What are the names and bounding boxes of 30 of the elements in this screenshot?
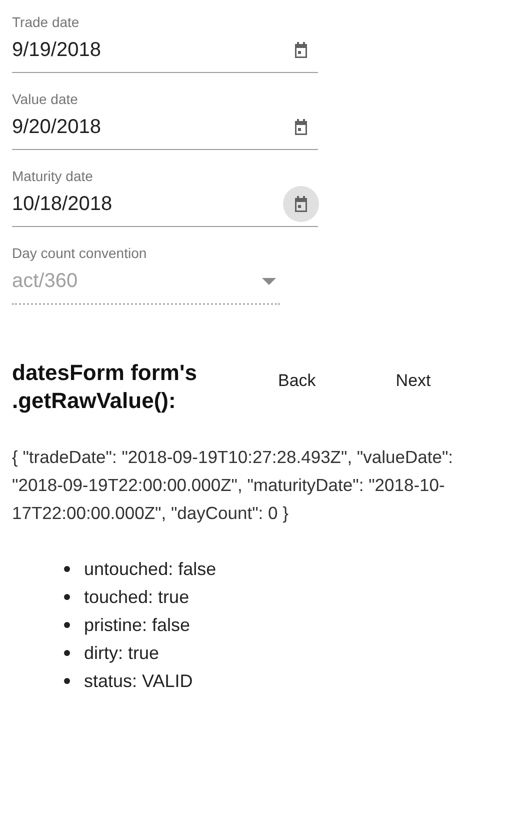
field-value: 9/20/2018 <box>12 116 101 138</box>
raw-value-text: { "tradeDate": "2018-09-19T10:27:28.493Z", "valueDate": "2018-09-19T22:00:00.000Z", "maturityDate": "2018-10-17T22:00:00.000Z", "dayCount": 0 } <box>12 446 454 525</box>
caret-icon <box>262 278 276 284</box>
section-heading: datesForm form's .getRawValue(): <box>12 359 198 415</box>
calendar-icon <box>294 119 308 135</box>
nav-button[interactable]: Next <box>372 359 455 403</box>
field-value: 9/19/2018 <box>12 38 101 62</box>
bullet-icon <box>64 678 70 684</box>
field-label: Value date <box>12 90 79 109</box>
calendar-icon <box>294 196 308 212</box>
bullet-icon <box>64 594 70 600</box>
status-item: touched: true <box>84 586 190 608</box>
bullet-icon <box>64 622 70 628</box>
date-field[interactable]: Trade date 9/19/2018 <box>12 12 318 73</box>
status-item: pristine: false <box>84 614 190 636</box>
field-value: 10/18/2018 <box>12 192 112 216</box>
bullet-icon <box>64 566 70 572</box>
field-label: Maturity date <box>12 167 94 186</box>
bullet-icon <box>64 650 70 656</box>
calendar-icon <box>294 42 308 58</box>
field-label: Trade date <box>12 13 80 32</box>
date-field[interactable]: Value date 9/20/2018 <box>12 89 318 150</box>
calendar-button[interactable] <box>283 186 319 222</box>
status-item: status: VALID <box>84 670 193 692</box>
status-item: dirty: true <box>84 642 160 664</box>
field-value: act/360 <box>12 270 78 292</box>
nav-button[interactable]: Back <box>254 359 340 403</box>
status-item: untouched: false <box>84 558 216 580</box>
field-label: Day count convention <box>12 244 148 263</box>
date-field[interactable]: Maturity date 10/18/2018 <box>12 166 318 227</box>
